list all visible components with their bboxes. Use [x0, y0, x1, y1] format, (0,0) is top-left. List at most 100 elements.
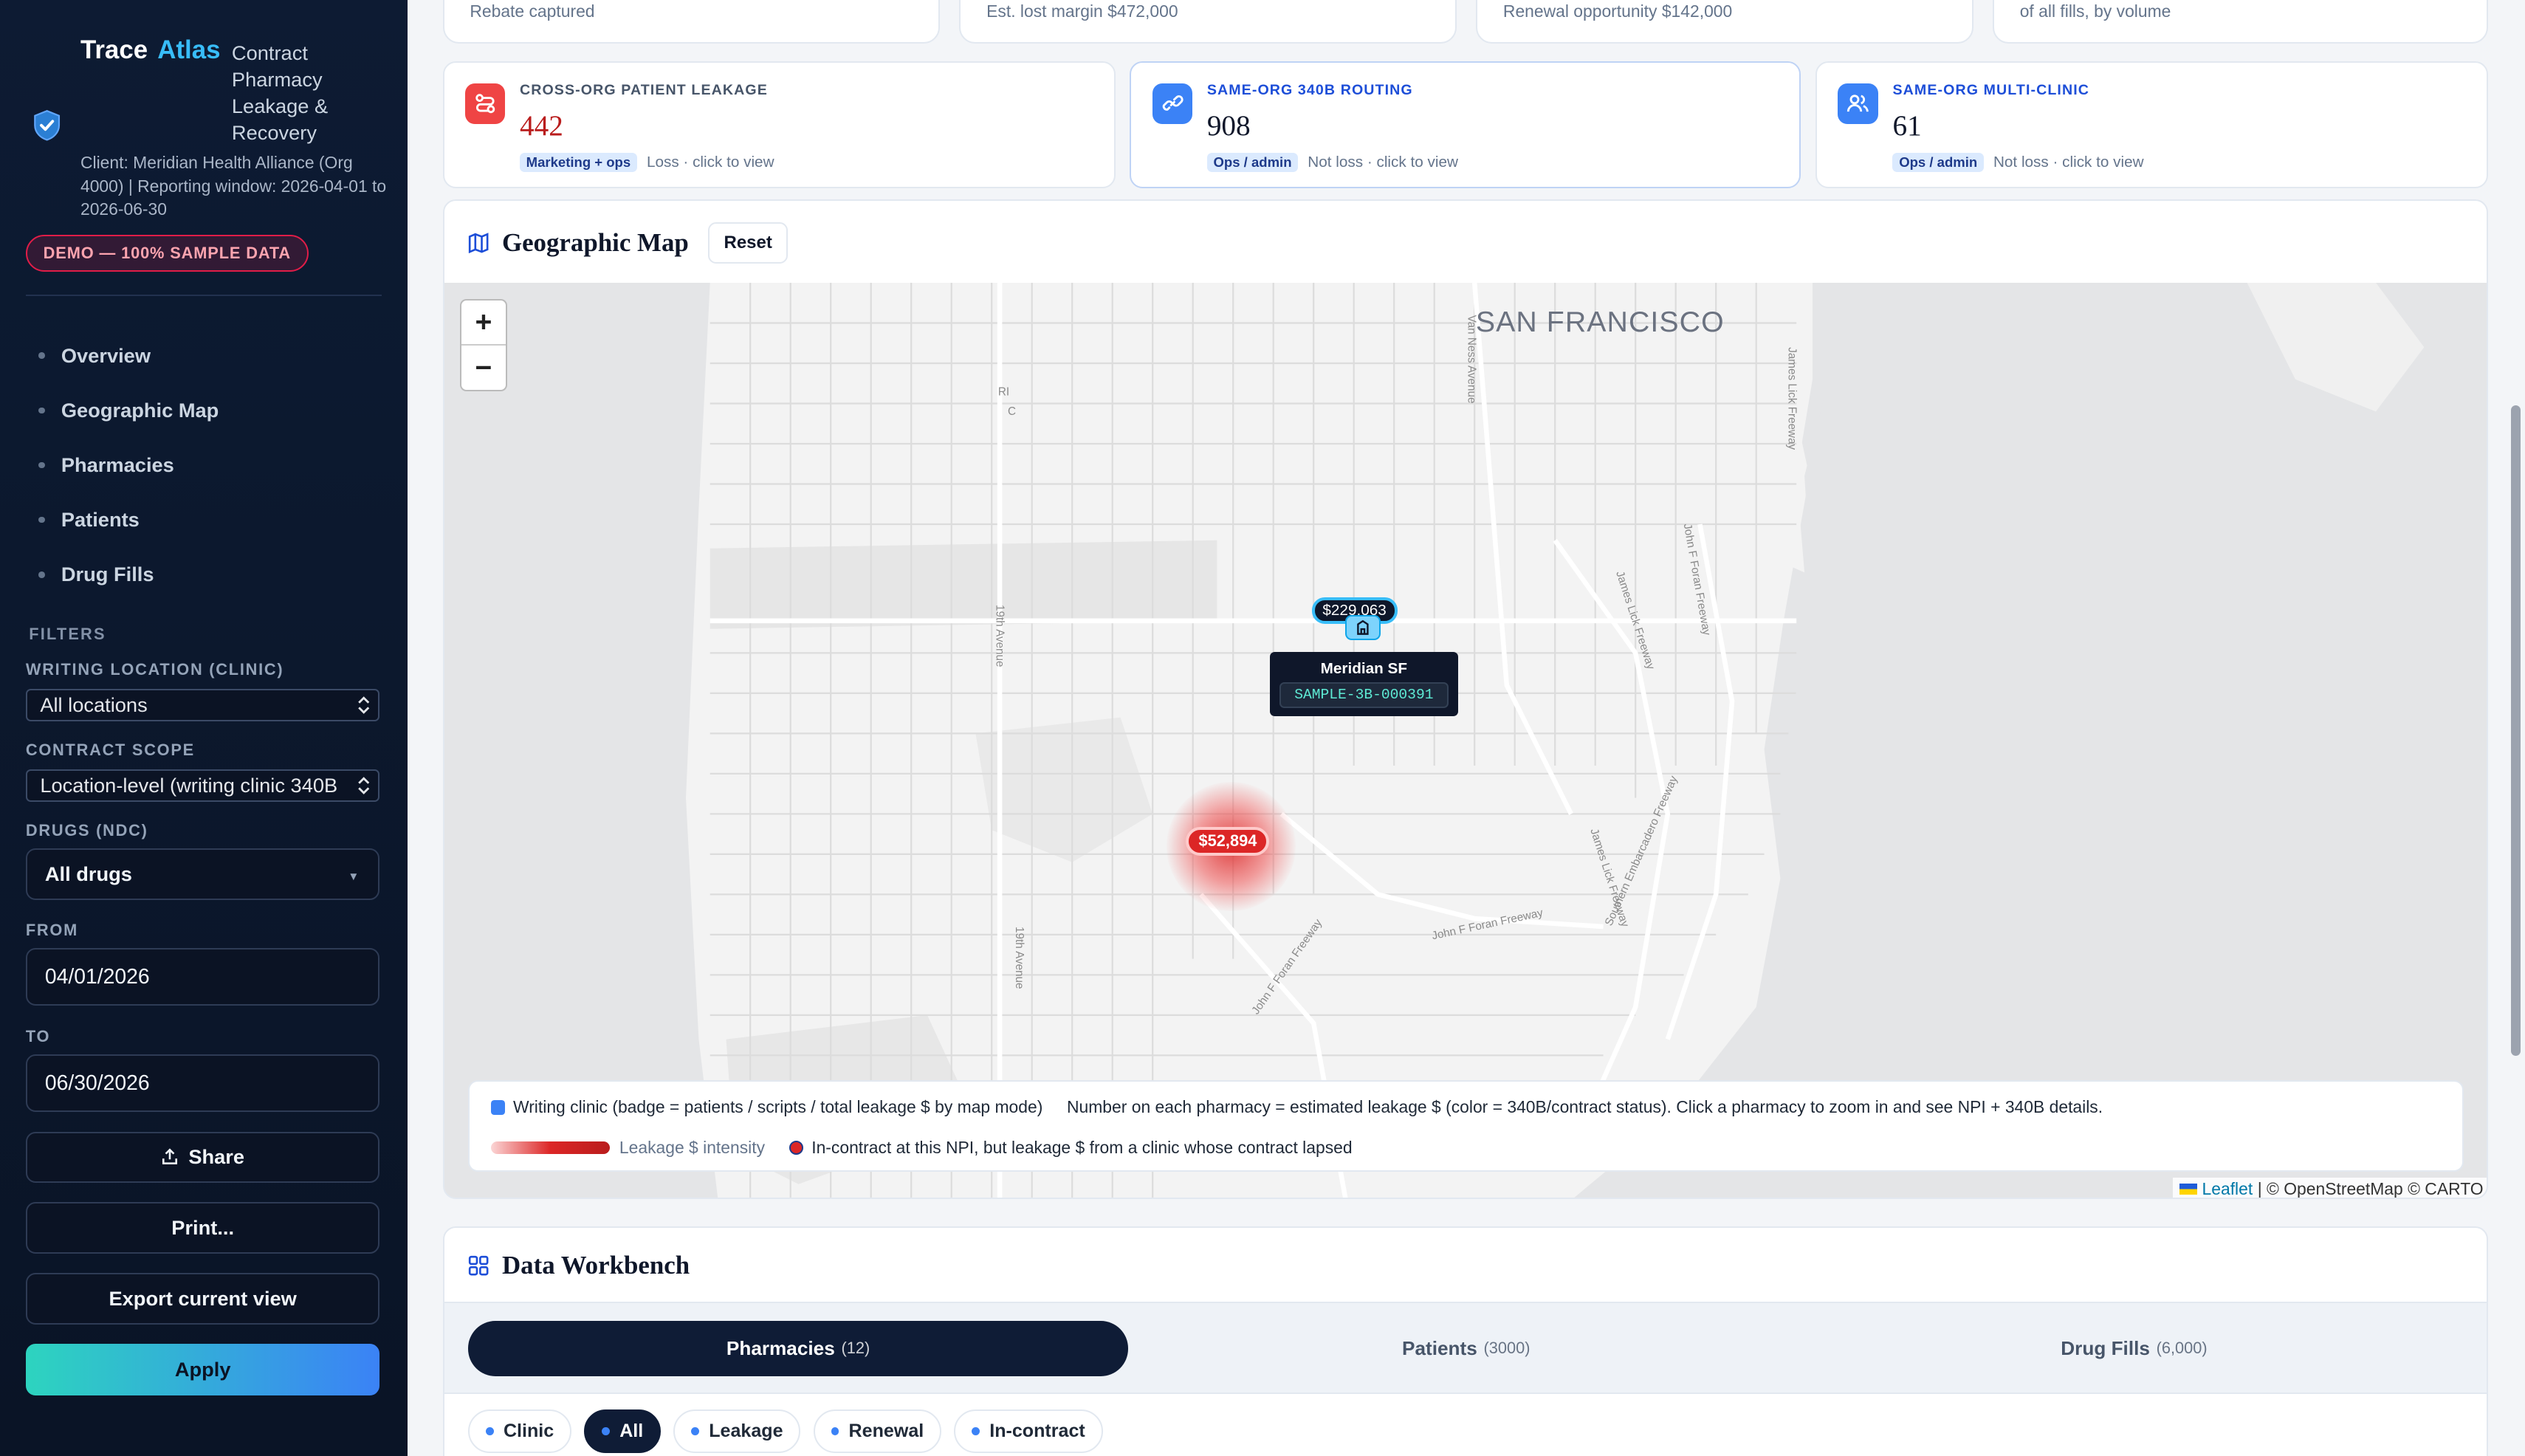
card-label: SAME-ORG 340B ROUTING	[1206, 81, 1413, 98]
nav-item-geographic-map[interactable]: Geographic Map	[38, 383, 219, 438]
bullet-icon	[691, 1427, 700, 1436]
page-scrollbar[interactable]	[2510, 405, 2521, 1057]
building-icon	[1357, 619, 1370, 635]
select-arrows-icon	[358, 776, 370, 794]
clinic-square-icon	[490, 1100, 506, 1115]
tab-pharmacies[interactable]: Pharmacies (12)	[468, 1321, 1128, 1376]
card-label: CROSS-ORG PATIENT LEAKAGE	[519, 81, 768, 98]
in-contract-dot-icon	[789, 1140, 804, 1155]
legend-number: Number on each pharmacy = estimated leak…	[1067, 1097, 2103, 1117]
writing-location-select[interactable]: All locations	[25, 689, 380, 721]
from-date-input[interactable]: 04/01/2026	[25, 948, 380, 1006]
map-mode-pills: Clinic All Leakage Renewal In-contract	[468, 1409, 1116, 1454]
bullet-icon	[38, 461, 46, 469]
card-meta: Loss · click to view	[646, 154, 774, 171]
attribution-text: | © OpenStreetMap © CARTO	[2257, 1178, 2484, 1198]
card-value: 61	[1892, 110, 1922, 142]
share-button[interactable]: Share	[25, 1131, 380, 1184]
workbench-title: Data Workbench	[501, 1250, 690, 1280]
caret-down-icon: ▼	[348, 870, 360, 884]
apply-button[interactable]: Apply	[25, 1344, 380, 1396]
grid-icon	[469, 1255, 489, 1275]
clinic-tooltip: Meridian SF SAMPLE-3B-000391	[1269, 651, 1458, 716]
pill-leakage[interactable]: Leakage	[673, 1409, 801, 1454]
from-label: FROM	[25, 920, 79, 939]
nav-item-overview[interactable]: Overview	[38, 329, 219, 383]
card-same-org-multi-clinic[interactable]: SAME-ORG MULTI-CLINIC 61 Ops / admin Not …	[1815, 61, 2489, 189]
summary-card-lost-margin[interactable]: Est. lost margin $472,000	[959, 0, 1457, 44]
city-label: SAN FRANCISCO	[1475, 306, 1725, 338]
map-title: Geographic Map	[501, 227, 689, 257]
select-arrows-icon	[358, 696, 370, 714]
shield-check-icon	[33, 110, 60, 141]
card-meta: Not loss · click to view	[1308, 154, 1458, 171]
tab-drug-fills[interactable]: Drug Fills (6,000)	[1804, 1321, 2464, 1376]
street-label: 19th Avenue	[1012, 927, 1025, 989]
nav-item-drug-fills[interactable]: Drug Fills	[38, 547, 219, 602]
map-legend: Writing clinic (badge = patients / scrip…	[468, 1079, 2464, 1172]
bullet-icon	[485, 1427, 494, 1436]
card-same-org-340b-routing[interactable]: SAME-ORG 340B ROUTING 908 Ops / admin Not…	[1130, 61, 1801, 189]
drugs-select[interactable]: All drugs ▼	[25, 848, 380, 900]
print-button[interactable]: Print...	[25, 1202, 380, 1254]
sidebar-divider	[25, 294, 382, 296]
nav-item-pharmacies[interactable]: Pharmacies	[38, 438, 219, 492]
leaflet-link[interactable]: Leaflet	[2202, 1179, 2253, 1198]
tab-patients[interactable]: Patients (3000)	[1136, 1321, 1796, 1376]
contract-scope-select[interactable]: Location-level (writing clinic 340B	[25, 769, 380, 802]
to-date-input[interactable]: 06/30/2026	[25, 1054, 380, 1113]
demo-badge: DEMO — 100% SAMPLE DATA	[25, 235, 309, 272]
pill-in-contract[interactable]: In-contract	[954, 1409, 1103, 1454]
pill-all[interactable]: All	[584, 1409, 662, 1454]
bullet-icon	[972, 1427, 980, 1436]
intensity-gradient-icon	[490, 1141, 610, 1155]
link-icon	[1152, 83, 1193, 124]
pill-clinic[interactable]: Clinic	[468, 1409, 571, 1454]
bullet-icon	[602, 1427, 611, 1436]
brand-name: Trace Atlas	[80, 35, 221, 64]
bullet-icon	[831, 1427, 839, 1436]
bullet-icon	[38, 516, 46, 523]
workbench-tabs: Pharmacies (12) Patients (3000) Drug Fills…	[444, 1302, 2487, 1394]
drugs-label: DRUGS (NDC)	[25, 820, 148, 839]
map-attribution: Leaflet | © OpenStreetMap © CARTO	[2173, 1177, 2487, 1198]
zoom-control: + −	[460, 299, 507, 391]
audience-chip: Marketing + ops	[519, 152, 637, 173]
brand-tagline: Contract Pharmacy Leakage & Recovery	[231, 41, 329, 145]
pill-renewal[interactable]: Renewal	[813, 1409, 942, 1454]
summary-card-volume[interactable]: of all fills, by volume	[1992, 0, 2489, 44]
street-label: 19th Avenue	[993, 605, 1006, 667]
to-label: TO	[25, 1026, 51, 1045]
legend-intensity: Leakage $ intensity	[619, 1137, 766, 1157]
bullet-icon	[38, 407, 46, 414]
writing-location-label: WRITING LOCATION (CLINIC)	[25, 659, 284, 679]
card-cross-org-leakage[interactable]: CROSS-ORG PATIENT LEAKAGE 442 Marketing …	[442, 61, 1116, 189]
zoom-in-button[interactable]: +	[461, 301, 506, 346]
summary-card-rebate[interactable]: Rebate captured	[442, 0, 941, 44]
users-icon	[1838, 83, 1878, 124]
tooltip-name: Meridian SF	[1320, 659, 1408, 677]
contract-scope-label: CONTRACT SCOPE	[25, 740, 195, 759]
bullet-icon	[38, 352, 46, 360]
card-label: SAME-ORG MULTI-CLINIC	[1892, 81, 2090, 98]
geographic-map-panel: Geographic Map Reset Van Ness Avenue 19t…	[442, 199, 2489, 1200]
bullet-icon	[38, 571, 46, 578]
map-icon	[469, 233, 489, 253]
nav-item-patients[interactable]: Patients	[38, 492, 219, 547]
zoom-out-button[interactable]: −	[461, 346, 505, 391]
route-icon	[464, 83, 506, 124]
map-reset-button[interactable]: Reset	[707, 222, 789, 264]
audience-chip: Ops / admin	[1892, 152, 1984, 173]
summary-card-renewal[interactable]: Renewal opportunity $142,000	[1476, 0, 1973, 44]
client-info: Client: Meridian Health Alliance (Org 40…	[80, 152, 387, 219]
pharmacy-leakage-badge[interactable]: $52,894	[1186, 827, 1270, 856]
export-button[interactable]: Export current view	[25, 1273, 380, 1325]
street-label: RI	[997, 386, 1009, 399]
clinic-marker[interactable]	[1345, 614, 1381, 641]
sidebar: Trace Atlas Contract Pharmacy Leakage & R…	[0, 0, 408, 1456]
legend-writing-clinic: Writing clinic (badge = patients / scrip…	[513, 1097, 1043, 1117]
map-canvas[interactable]: Van Ness Avenue 19th Avenue 19th Avenue …	[444, 283, 2487, 1198]
card-value: 908	[1206, 110, 1251, 142]
sidebar-nav: Overview Geographic Map Pharmacies Patie…	[38, 329, 219, 602]
map-tiles: Van Ness Avenue 19th Avenue 19th Avenue …	[444, 283, 2487, 1198]
